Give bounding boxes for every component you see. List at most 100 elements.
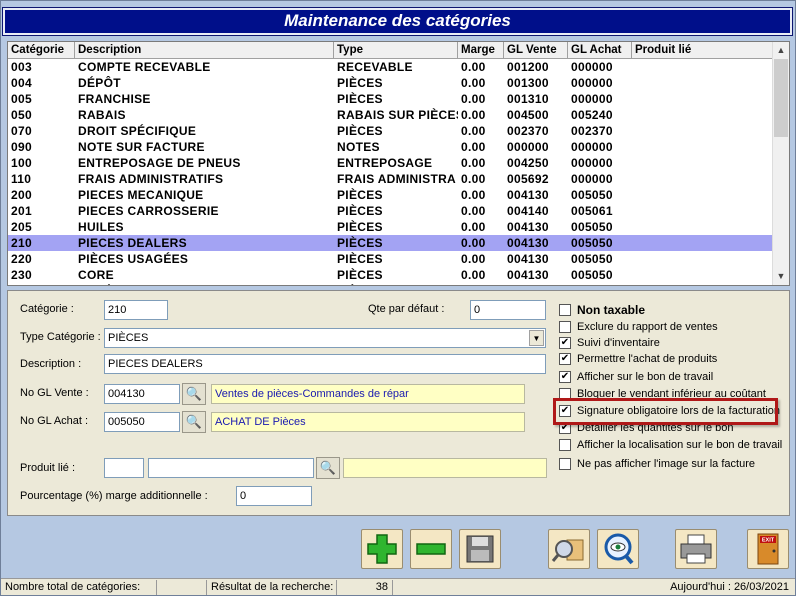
table-row[interactable]: 200 PIECES MECANIQUE PIÈCES 0.00 004130 00505…	[8, 187, 773, 203]
table-cell: 0.00	[458, 283, 504, 285]
scroll-thumb[interactable]	[774, 59, 788, 137]
exit-button[interactable]: EXIT	[747, 529, 789, 569]
type-categorie-select[interactable]: PIÈCES ▼	[104, 328, 546, 348]
marge-additionnelle-input[interactable]: 0	[236, 486, 312, 506]
produit-code-input[interactable]	[104, 458, 144, 478]
checkbox[interactable]	[559, 321, 571, 334]
table-row[interactable]: 004 DÉPÔT PIÈCES 0.00 001300 000000	[8, 75, 773, 91]
gl-achat-input[interactable]: 005050	[104, 412, 180, 432]
table-row[interactable]: 201 PIECES CARROSSERIE PIÈCES 0.00 004140 005…	[8, 203, 773, 219]
table-cell: RABAIS	[78, 108, 126, 122]
table-cell: 000000	[571, 172, 613, 186]
gl-vente-input[interactable]: 004130	[104, 384, 180, 404]
highlight-box	[553, 398, 778, 425]
checkbox[interactable]	[559, 304, 571, 316]
column-header-produit-lie[interactable]: Produit lié	[632, 42, 773, 59]
table-cell: PIÈCES USAGÉES	[78, 252, 189, 266]
table-cell: 230	[11, 268, 32, 282]
table-row[interactable]: 220 PIÈCES USAGÉES PIÈCES 0.00 004130 005050	[8, 251, 773, 267]
table-cell: 004130	[507, 236, 549, 250]
gl-vente-lookup-button[interactable]: 🔍	[182, 383, 206, 405]
option-2[interactable]: ✔ Suivi d'inventaire	[559, 337, 660, 353]
option-9[interactable]: Ne pas afficher l'image sur la facture	[559, 458, 755, 474]
option-label: Suivi d'inventaire	[577, 337, 660, 350]
table-cell	[632, 203, 773, 219]
window-title: Maintenance des catégories	[2, 7, 793, 36]
column-header-gl-vente[interactable]: GL Vente	[504, 42, 568, 59]
categories-grid[interactable]: Catégorie Description Type Marge GL Vent…	[7, 41, 790, 286]
table-cell: 002370	[571, 124, 613, 138]
table-cell: 000000	[507, 140, 549, 154]
table-cell: 110	[11, 172, 32, 186]
column-header-description[interactable]: Description	[75, 42, 334, 59]
table-cell: 004140	[507, 204, 549, 218]
option-4[interactable]: ✔ Afficher sur le bon de travail	[559, 371, 713, 387]
option-0[interactable]: Non taxable	[559, 303, 645, 319]
grid-body: 003 COMPTE RECEVABLE RECEVABLE 0.00 001200 00…	[8, 59, 773, 285]
table-row[interactable]: 240MATÉRIEL DE CARROSSERIEPIÈCES0.000041…	[8, 283, 773, 285]
option-3[interactable]: ✔ Permettre l'achat de produits	[559, 353, 717, 369]
lookup-icon: 🔍	[185, 386, 203, 401]
table-row[interactable]: 005 FRANCHISE PIÈCES 0.00 001310 000000	[8, 91, 773, 107]
table-cell: 005692	[507, 172, 549, 186]
qte-input[interactable]: 0	[470, 300, 546, 320]
chevron-down-icon[interactable]: ▼	[529, 330, 544, 346]
checkbox[interactable]: ✔	[559, 337, 571, 350]
column-header-gl-achat[interactable]: GL Achat	[568, 42, 632, 59]
checkbox[interactable]: ✔	[559, 371, 571, 384]
table-cell: 000000	[571, 156, 613, 170]
produit-description	[343, 458, 547, 478]
table-cell	[632, 75, 773, 91]
table-cell: 004130	[507, 220, 549, 234]
table-row[interactable]: 100 ENTREPOSAGE DE PNEUS ENTREPOSAGE 0.00 00…	[8, 155, 773, 171]
checkbox[interactable]	[559, 439, 571, 452]
table-cell: PIÈCES	[337, 220, 383, 234]
scroll-down-icon[interactable]: ▼	[773, 268, 789, 285]
option-label: Non taxable	[577, 303, 646, 317]
grid-scrollbar[interactable]: ▲ ▼	[772, 42, 789, 285]
print-button[interactable]	[675, 529, 717, 569]
table-row[interactable]: 003 COMPTE RECEVABLE RECEVABLE 0.00 001200 00…	[8, 59, 773, 75]
today-date: Aujourd'hui : 26/03/2021	[670, 581, 789, 593]
column-header-marge[interactable]: Marge	[458, 42, 504, 59]
save-button[interactable]	[459, 529, 501, 569]
categorie-label: Catégorie :	[20, 303, 74, 315]
gl-vente-description: Ventes de pièces-Commandes de répar	[211, 384, 525, 404]
checkbox[interactable]: ✔	[559, 353, 571, 366]
table-cell: 050	[11, 108, 32, 122]
option-1[interactable]: Exclure du rapport de ventes	[559, 321, 718, 337]
table-cell: 0.00	[461, 92, 486, 106]
table-cell: 0.00	[461, 140, 486, 154]
checkbox[interactable]	[559, 458, 571, 471]
search-button[interactable]	[548, 529, 590, 569]
table-row[interactable]: 050 RABAIS RABAIS SUR PIÈCES 0.00 004500 0052…	[8, 107, 773, 123]
categorie-input[interactable]: 210	[104, 300, 168, 320]
table-row[interactable]: 210 PIECES DEALERS PIÈCES 0.00 004130 005050	[8, 235, 773, 251]
add-button[interactable]	[361, 529, 403, 569]
table-row[interactable]: 230 CORE PIÈCES 0.00 004130 005050	[8, 267, 773, 283]
option-8[interactable]: Afficher la localisation sur le bon de t…	[559, 439, 782, 455]
produit-lookup-button[interactable]: 🔍	[316, 457, 340, 479]
column-header-type[interactable]: Type	[334, 42, 458, 59]
table-row[interactable]: 205 HUILES PIÈCES 0.00 004130 005050	[8, 219, 773, 235]
column-header-categorie[interactable]: Catégorie	[8, 42, 75, 59]
table-row[interactable]: 070 DROIT SPÉCIFIQUE PIÈCES 0.00 002370 00237…	[8, 123, 773, 139]
scroll-up-icon[interactable]: ▲	[773, 42, 789, 59]
magnifier-eye-icon	[604, 533, 634, 565]
description-input[interactable]: PIECES DEALERS	[104, 354, 546, 374]
table-cell: 0.00	[461, 220, 486, 234]
gl-achat-lookup-button[interactable]: 🔍	[182, 411, 206, 433]
floppy-disk-icon	[466, 535, 494, 563]
search-result-value: 38	[337, 580, 393, 595]
table-row[interactable]: 090 NOTE SUR FACTURE NOTES 0.00 000000 000000	[8, 139, 773, 155]
preview-button[interactable]	[597, 529, 639, 569]
remove-button[interactable]	[410, 529, 452, 569]
description-label: Description :	[20, 358, 82, 370]
table-row[interactable]: 110 FRAIS ADMINISTRATIFS FRAIS ADMINISTRA 0…	[8, 171, 773, 187]
table-cell: 004150	[504, 283, 568, 285]
table-cell: PIECES DEALERS	[78, 236, 187, 250]
table-cell: PIÈCES	[334, 283, 458, 285]
table-cell: 0.00	[461, 268, 486, 282]
table-cell: 0.00	[461, 60, 486, 74]
produit-name-input[interactable]	[148, 458, 314, 478]
